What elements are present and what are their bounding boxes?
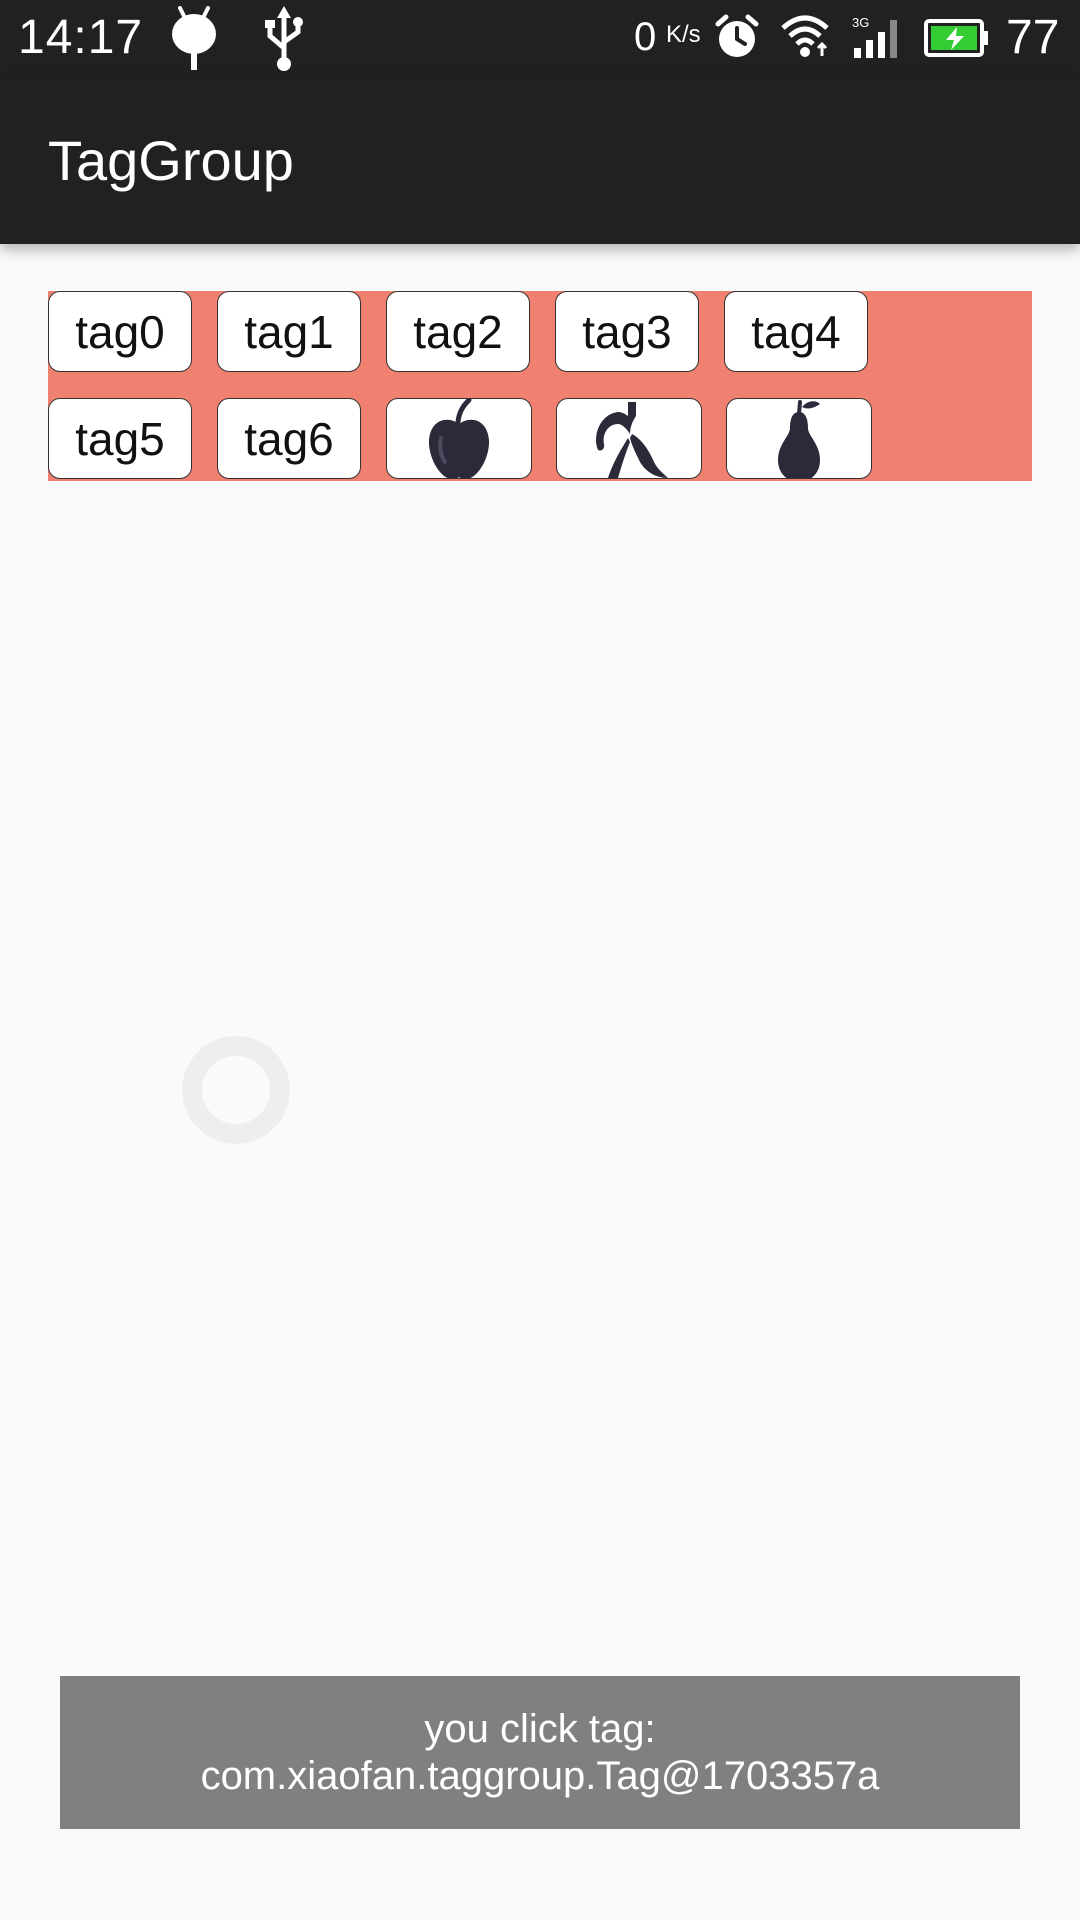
tag-0[interactable]: tag0 [48, 291, 192, 372]
battery-charging-icon [924, 19, 988, 57]
tag-group: tag0 tag1 tag2 tag3 tag4 tag5 tag6 [48, 291, 1032, 481]
tag-2[interactable]: tag2 [386, 291, 530, 372]
tag-4[interactable]: tag4 [724, 291, 868, 372]
tag-label: tag1 [244, 305, 334, 358]
toast-message: you click tag: com.xiaofan.taggroup.Tag@… [60, 1676, 1020, 1829]
tag-label: tag3 [582, 305, 672, 358]
tag-apple[interactable] [386, 398, 532, 479]
toolbar-title: TagGroup [48, 129, 294, 192]
loading-spinner [182, 1036, 290, 1144]
app-toolbar: TagGroup [0, 76, 1080, 244]
tag-label: tag4 [751, 305, 841, 358]
tag-pear[interactable] [726, 398, 872, 479]
tag-label: tag5 [75, 412, 165, 465]
apple-icon [428, 399, 490, 478]
tag-6[interactable]: tag6 [217, 398, 361, 479]
alarm-icon [715, 14, 759, 57]
tag-banana[interactable] [556, 398, 702, 479]
pear-icon [778, 400, 820, 478]
battery-percentage: 77 [1006, 11, 1060, 64]
toast-line-2: com.xiaofan.taggroup.Tag@1703357a [200, 1753, 880, 1798]
status-time: 14:17 [18, 11, 144, 64]
wifi-icon [781, 15, 829, 57]
svg-text:3G: 3G [852, 15, 869, 30]
signal-3g-icon: 3G [852, 15, 897, 58]
status-bar: 14:17 0 K/s 3G 77 [0, 0, 1080, 76]
tag-3[interactable]: tag3 [555, 291, 699, 372]
tag-label: tag0 [75, 305, 165, 358]
tag-label: tag2 [413, 305, 503, 358]
banana-icon [596, 402, 668, 478]
tag-1[interactable]: tag1 [217, 291, 361, 372]
usb-icon [265, 6, 303, 71]
toast-line-1: you click tag: [424, 1706, 656, 1751]
network-speed-unit: K/s [666, 21, 701, 48]
network-speed: 0 [634, 15, 657, 59]
android-debug-icon [172, 6, 216, 70]
tag-5[interactable]: tag5 [48, 398, 192, 479]
tag-label: tag6 [244, 412, 334, 465]
